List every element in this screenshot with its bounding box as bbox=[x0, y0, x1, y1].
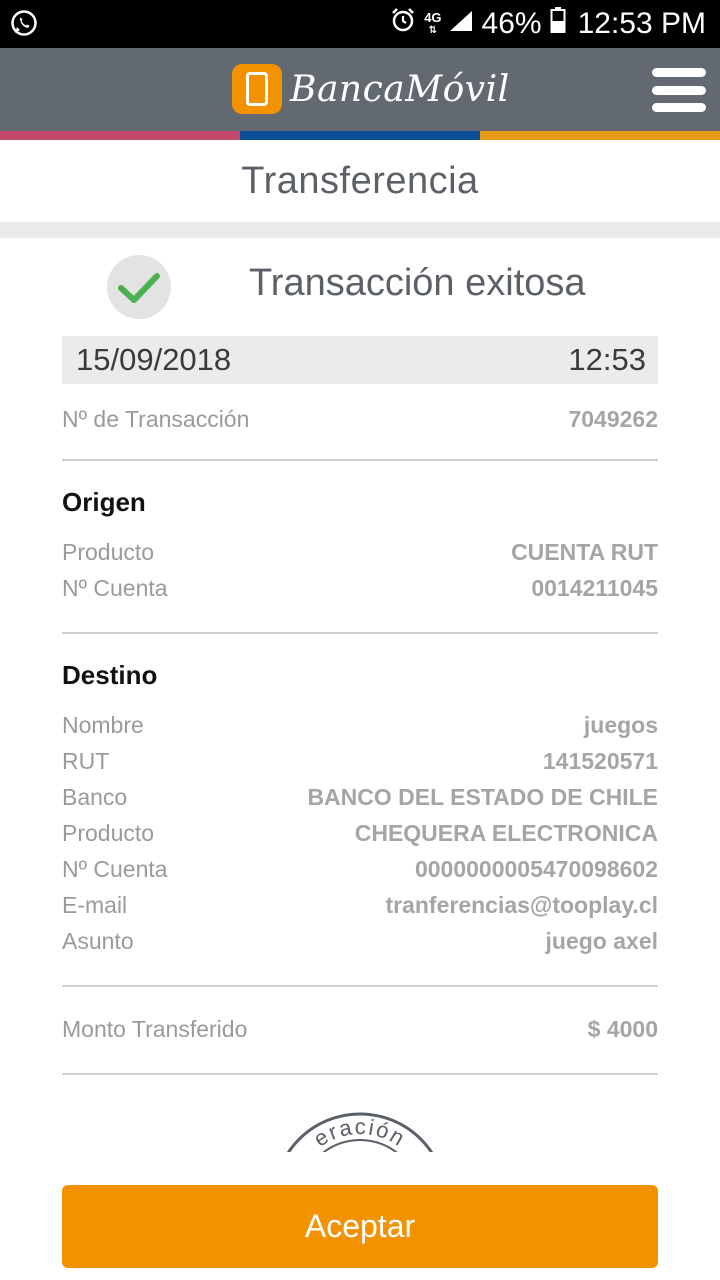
divider bbox=[62, 459, 658, 461]
destination-label: E-mail bbox=[62, 891, 128, 918]
destination-row: RUT 141520571 bbox=[62, 743, 658, 779]
status-bar: 4G ⇅ 46% 12:53 PM bbox=[0, 0, 720, 48]
date-time-bar: 15/09/2018 12:53 bbox=[62, 336, 658, 384]
app-name: BancaMóvil bbox=[290, 68, 510, 110]
page-title: Transferencia bbox=[241, 159, 479, 202]
destination-label: Nombre bbox=[62, 711, 144, 738]
destination-value: CHEQUERA ELECTRONICA bbox=[354, 819, 658, 846]
stripe-segment-orange bbox=[480, 131, 720, 140]
operation-stamp: eración bbox=[272, 1112, 448, 1152]
data-arrows-icon: ⇅ bbox=[428, 25, 438, 36]
divider bbox=[62, 632, 658, 634]
destination-label: Banco bbox=[62, 783, 128, 810]
destination-value: BANCO DEL ESTADO DE CHILE bbox=[307, 783, 658, 810]
battery-icon bbox=[550, 6, 566, 42]
destination-label: Producto bbox=[62, 819, 155, 846]
alarm-icon bbox=[390, 7, 416, 41]
battery-percent: 46% bbox=[481, 7, 542, 40]
destination-value: tranferencias@tooplay.cl bbox=[385, 891, 658, 918]
destination-label: Nº Cuenta bbox=[62, 855, 168, 882]
destination-row: Nombre juegos bbox=[62, 707, 658, 743]
divider bbox=[62, 1073, 658, 1075]
signal-icon bbox=[448, 7, 474, 41]
app-logo: BancaMóvil bbox=[232, 64, 510, 114]
stripe-segment-blue bbox=[240, 131, 480, 140]
destination-row: Asunto juego axel bbox=[62, 923, 658, 959]
section-divider bbox=[0, 222, 720, 238]
hamburger-menu-icon[interactable] bbox=[652, 66, 706, 114]
origin-value: CUENTA RUT bbox=[511, 538, 658, 565]
divider bbox=[62, 985, 658, 987]
accept-button[interactable]: Aceptar bbox=[62, 1185, 658, 1268]
amount-label: Monto Transferido bbox=[62, 1015, 248, 1042]
destination-row: Nº Cuenta 0000000005470098602 bbox=[62, 851, 658, 887]
origin-heading: Origen bbox=[62, 487, 146, 517]
app-header: BancaMóvil bbox=[0, 48, 720, 131]
destination-row: Producto CHEQUERA ELECTRONICA bbox=[62, 815, 658, 851]
transaction-number-label: Nº de Transacción bbox=[62, 405, 250, 432]
stamp-text: eración bbox=[309, 1114, 408, 1152]
destination-value: juegos bbox=[583, 711, 658, 738]
origin-row: Nº Cuenta 0014211045 bbox=[62, 570, 658, 606]
origin-label: Producto bbox=[62, 538, 155, 565]
destination-row: E-mail tranferencias@tooplay.cl bbox=[62, 887, 658, 923]
destination-label: Asunto bbox=[62, 927, 134, 954]
origin-row: Producto CUENTA RUT bbox=[62, 534, 658, 570]
destination-heading: Destino bbox=[62, 660, 158, 690]
check-icon bbox=[107, 255, 171, 319]
destination-label: RUT bbox=[62, 747, 110, 774]
transaction-time: 12:53 bbox=[568, 342, 646, 377]
transaction-number-value: 7049262 bbox=[568, 405, 658, 432]
origin-value: 0014211045 bbox=[531, 574, 658, 601]
network-label: 4G bbox=[424, 10, 442, 25]
svg-text:eración: eración bbox=[309, 1114, 410, 1152]
destination-value: 141520571 bbox=[542, 747, 658, 774]
stripe-segment-red bbox=[0, 131, 240, 140]
whatsapp-icon bbox=[10, 9, 38, 37]
origin-label: Nº Cuenta bbox=[62, 574, 168, 601]
phone-logo-icon bbox=[232, 64, 282, 114]
amount-value: $ 4000 bbox=[587, 1015, 658, 1042]
transaction-date: 15/09/2018 bbox=[76, 342, 232, 377]
color-stripe bbox=[0, 131, 720, 140]
network-type: 4G ⇅ bbox=[424, 11, 441, 37]
clock: 12:53 PM bbox=[577, 7, 706, 40]
transaction-number-row: Nº de Transacción 7049262 bbox=[62, 401, 658, 437]
transaction-status: Transacción exitosa bbox=[249, 262, 586, 304]
destination-row: Banco BANCO DEL ESTADO DE CHILE bbox=[62, 779, 658, 815]
amount-row: Monto Transferido $ 4000 bbox=[62, 1011, 658, 1047]
destination-value: juego axel bbox=[545, 927, 658, 954]
destination-value: 0000000005470098602 bbox=[414, 855, 658, 882]
